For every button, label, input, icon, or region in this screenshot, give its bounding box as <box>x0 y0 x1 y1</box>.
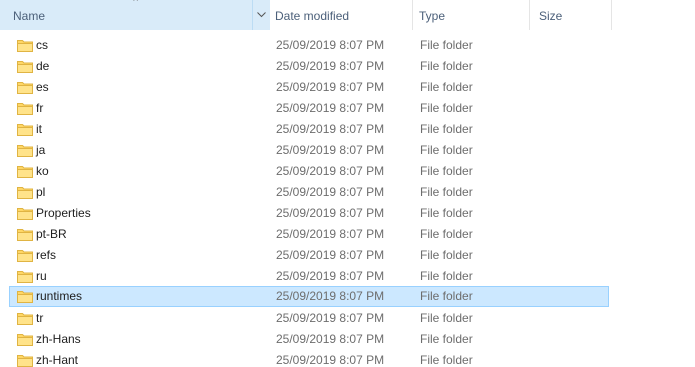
row-date-modified: 25/09/2019 8:07 PM <box>276 248 385 262</box>
row-type: File folder <box>420 248 473 262</box>
row-type: File folder <box>420 353 473 367</box>
row-name[interactable]: refs <box>36 248 56 262</box>
column-header-bar: ⌃ Name Date modified Type Size <box>0 0 695 30</box>
row-type: File folder <box>420 206 473 220</box>
row-name[interactable]: tr <box>36 311 43 325</box>
row-name[interactable]: pt-BR <box>36 227 67 241</box>
row-name[interactable]: Properties <box>36 206 91 220</box>
folder-icon <box>17 123 33 136</box>
table-row[interactable]: fr 25/09/2019 8:07 PM File folder <box>0 97 610 118</box>
table-row[interactable]: pt-BR 25/09/2019 8:07 PM File folder <box>0 223 610 244</box>
column-header-size-label: Size <box>539 9 563 23</box>
row-type: File folder <box>420 164 473 178</box>
row-date-modified: 25/09/2019 8:07 PM <box>276 185 385 199</box>
row-type: File folder <box>420 289 473 303</box>
row-date-modified: 25/09/2019 8:07 PM <box>276 164 385 178</box>
folder-icon <box>17 333 33 346</box>
row-type: File folder <box>420 227 473 241</box>
row-name[interactable]: ru <box>36 269 47 283</box>
table-row[interactable]: ko 25/09/2019 8:07 PM File folder <box>0 160 610 181</box>
table-row[interactable]: it 25/09/2019 8:07 PM File folder <box>0 118 610 139</box>
folder-icon <box>17 186 33 199</box>
folder-icon <box>17 144 33 157</box>
row-type: File folder <box>420 80 473 94</box>
table-row[interactable]: cs 25/09/2019 8:07 PM File folder <box>0 34 610 55</box>
table-row[interactable]: es 25/09/2019 8:07 PM File folder <box>0 76 610 97</box>
row-type: File folder <box>420 143 473 157</box>
row-type: File folder <box>420 269 473 283</box>
folder-icon <box>17 249 33 262</box>
column-header-type[interactable]: Type <box>413 0 530 30</box>
sort-ascending-icon: ⌃ <box>131 0 141 9</box>
folder-icon <box>17 354 33 367</box>
row-type: File folder <box>420 311 473 325</box>
row-date-modified: 25/09/2019 8:07 PM <box>276 227 385 241</box>
column-header-name-label: Name <box>13 9 46 23</box>
row-date-modified: 25/09/2019 8:07 PM <box>276 311 385 325</box>
file-rows: cs 25/09/2019 8:07 PM File folder de 25/09/2… <box>0 34 695 367</box>
column-header-date-label: Date modified <box>275 9 350 23</box>
folder-icon <box>17 165 33 178</box>
row-type: File folder <box>420 101 473 115</box>
chevron-down-icon <box>257 12 266 18</box>
row-date-modified: 25/09/2019 8:07 PM <box>276 101 385 115</box>
row-name[interactable]: de <box>36 59 49 73</box>
row-name[interactable]: pl <box>36 185 45 199</box>
table-row[interactable]: tr 25/09/2019 8:07 PM File folder <box>0 307 610 328</box>
row-name[interactable]: runtimes <box>36 289 82 303</box>
table-row[interactable]: runtimes 25/09/2019 8:07 PM File folder <box>9 286 609 307</box>
folder-icon <box>17 290 33 303</box>
column-header-size[interactable]: Size <box>530 0 612 30</box>
row-name[interactable]: zh-Hant <box>36 353 78 367</box>
folder-icon <box>17 60 33 73</box>
folder-icon <box>17 81 33 94</box>
table-row[interactable]: refs 25/09/2019 8:07 PM File folder <box>0 244 610 265</box>
row-date-modified: 25/09/2019 8:07 PM <box>276 269 385 283</box>
table-row[interactable]: de 25/09/2019 8:07 PM File folder <box>0 55 610 76</box>
folder-icon <box>17 207 33 220</box>
row-name[interactable]: fr <box>36 101 43 115</box>
row-name[interactable]: es <box>36 80 49 94</box>
row-date-modified: 25/09/2019 8:07 PM <box>276 143 385 157</box>
column-filter-dropdown[interactable] <box>252 0 270 30</box>
folder-icon <box>17 102 33 115</box>
row-date-modified: 25/09/2019 8:07 PM <box>276 353 385 367</box>
row-date-modified: 25/09/2019 8:07 PM <box>276 122 385 136</box>
folder-icon <box>17 312 33 325</box>
table-row[interactable]: ja 25/09/2019 8:07 PM File folder <box>0 139 610 160</box>
row-date-modified: 25/09/2019 8:07 PM <box>276 206 385 220</box>
column-header-date-modified[interactable]: Date modified <box>270 0 413 30</box>
row-date-modified: 25/09/2019 8:07 PM <box>276 289 385 303</box>
row-name[interactable]: ja <box>36 143 45 157</box>
row-name[interactable]: zh-Hans <box>36 332 81 346</box>
folder-icon <box>17 39 33 52</box>
table-row[interactable]: pl 25/09/2019 8:07 PM File folder <box>0 181 610 202</box>
table-row[interactable]: zh-Hant 25/09/2019 8:07 PM File folder <box>0 349 610 367</box>
row-name[interactable]: ko <box>36 164 49 178</box>
row-type: File folder <box>420 332 473 346</box>
table-row[interactable]: zh-Hans 25/09/2019 8:07 PM File folder <box>0 328 610 349</box>
table-row[interactable]: ru 25/09/2019 8:07 PM File folder <box>0 265 610 286</box>
row-date-modified: 25/09/2019 8:07 PM <box>276 38 385 52</box>
row-type: File folder <box>420 38 473 52</box>
row-type: File folder <box>420 122 473 136</box>
row-name[interactable]: it <box>36 122 42 136</box>
row-date-modified: 25/09/2019 8:07 PM <box>276 332 385 346</box>
file-list-view: ⌃ Name Date modified Type Size cs 25/09/2… <box>0 0 695 367</box>
column-header-name[interactable]: ⌃ Name <box>0 0 270 30</box>
row-type: File folder <box>420 185 473 199</box>
row-name[interactable]: cs <box>36 38 48 52</box>
column-header-type-label: Type <box>419 9 446 23</box>
folder-icon <box>17 270 33 283</box>
row-type: File folder <box>420 59 473 73</box>
table-row[interactable]: Properties 25/09/2019 8:07 PM File folder <box>0 202 610 223</box>
row-date-modified: 25/09/2019 8:07 PM <box>276 80 385 94</box>
row-date-modified: 25/09/2019 8:07 PM <box>276 59 385 73</box>
folder-icon <box>17 228 33 241</box>
